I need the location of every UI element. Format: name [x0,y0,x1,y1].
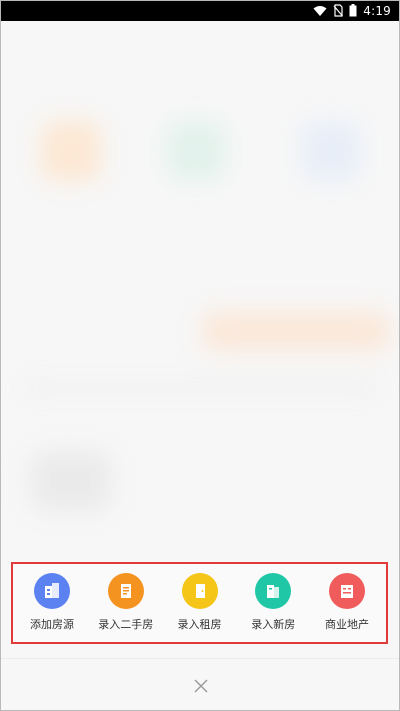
battery-icon [349,2,357,21]
add-listing-panel: 添加房源 录入二手房 录入租房 录入新房 商业地产 [11,562,388,644]
blurred-background [1,21,399,541]
add-listing-button[interactable]: 添加房源 [19,573,85,632]
commercial-property-button[interactable]: 商业地产 [314,573,380,632]
office-building-icon [329,573,365,609]
divider [1,658,399,659]
blur-blob [166,121,226,181]
close-icon [194,678,208,697]
action-label: 录入新房 [251,618,296,631]
new-building-icon [255,573,292,609]
blur-blob [301,121,361,181]
document-icon [107,573,144,609]
door-icon [181,573,218,609]
add-new-home-button[interactable]: 录入新房 [240,573,306,632]
action-label: 录入二手房 [98,618,154,631]
blur-blob [41,121,101,181]
close-button[interactable] [191,677,211,697]
blur-blob [31,451,111,511]
blur-blob [201,311,391,351]
add-second-hand-button[interactable]: 录入二手房 [93,573,159,632]
status-bar: 4:19 [1,1,399,21]
no-sim-icon [333,2,344,21]
action-label: 商业地产 [325,618,369,631]
status-time: 4:19 [363,4,391,18]
building-icon [34,573,70,609]
blur-blob [21,381,381,395]
wifi-icon [313,2,327,21]
add-rental-button[interactable]: 录入租房 [167,573,233,632]
status-icons: 4:19 [313,1,391,21]
action-label: 录入租房 [177,618,222,631]
app-screen: 4:19 添加房源 录入二手房 录入租房 录入新房 商业地产 [0,0,400,711]
action-label: 添加房源 [30,618,74,631]
